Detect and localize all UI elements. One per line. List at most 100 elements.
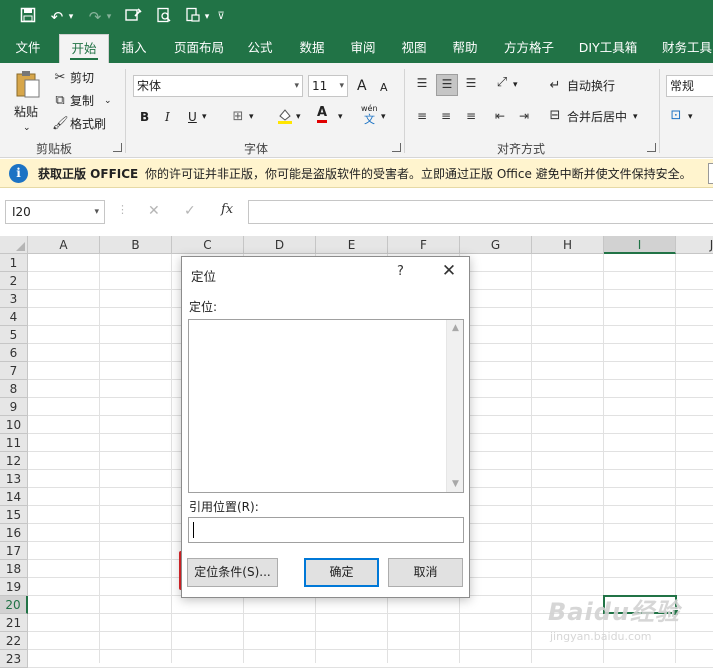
wrap-text-button[interactable]: 自动换行	[567, 77, 615, 95]
redo-dropdown-icon[interactable]: ▾	[104, 7, 114, 27]
tab-view[interactable]: 视图	[394, 34, 434, 63]
row-header-2[interactable]: 2	[0, 272, 28, 290]
column-header-h[interactable]: H	[532, 236, 604, 254]
info-bar-action-button[interactable]	[708, 163, 713, 184]
row-header-1[interactable]: 1	[0, 254, 28, 272]
tab-insert[interactable]: 插入	[112, 34, 156, 63]
column-header-c[interactable]: C	[172, 236, 244, 254]
column-header-j[interactable]: J	[676, 236, 713, 254]
tab-data[interactable]: 数据	[292, 34, 332, 63]
underline-dropdown-icon[interactable]: ▾	[202, 108, 207, 126]
row-header-23[interactable]: 23	[0, 650, 28, 668]
row-header-14[interactable]: 14	[0, 488, 28, 506]
orientation-icon[interactable]: ⤢	[492, 74, 512, 92]
row-header-20[interactable]: 20	[0, 596, 28, 614]
tab-finance-tools[interactable]: 财务工具	[656, 34, 713, 63]
number-format-select[interactable]: 常规	[666, 75, 713, 97]
print-preview-icon[interactable]	[154, 7, 174, 27]
goto-list-scrollbar[interactable]: ▲ ▼	[446, 320, 463, 492]
reference-input[interactable]	[188, 517, 464, 543]
cut-button[interactable]: 剪切	[70, 69, 94, 87]
cancel-entry-icon[interactable]: ✕	[148, 203, 160, 219]
column-header-f[interactable]: F	[388, 236, 460, 254]
scroll-up-icon[interactable]: ▲	[447, 320, 464, 336]
tab-diy-toolbox[interactable]: DIY工具箱	[572, 34, 644, 63]
tab-help[interactable]: 帮助	[445, 34, 485, 63]
select-all-corner[interactable]	[0, 236, 28, 254]
align-center-icon[interactable]: ≡	[436, 107, 456, 125]
row-header-5[interactable]: 5	[0, 326, 28, 344]
align-middle-icon[interactable]: ☰	[436, 74, 458, 96]
redo-icon[interactable]: ↷	[86, 7, 104, 27]
align-left-icon[interactable]: ≡	[412, 107, 432, 125]
tab-formulas[interactable]: 公式	[240, 34, 280, 63]
clipboard-launcher-icon[interactable]	[113, 143, 122, 152]
column-header-b[interactable]: B	[100, 236, 172, 254]
print-dropdown-icon[interactable]: ▾	[203, 7, 211, 27]
tab-page-layout[interactable]: 页面布局	[168, 34, 230, 63]
ok-button[interactable]: 确定	[304, 558, 379, 587]
merge-dropdown-icon[interactable]: ▾	[633, 108, 638, 126]
cancel-button[interactable]: 取消	[388, 558, 463, 587]
borders-dropdown-icon[interactable]: ▾	[249, 108, 254, 126]
font-name-select[interactable]: 宋体 ▾	[133, 75, 303, 97]
formula-input[interactable]	[248, 200, 713, 224]
borders-icon[interactable]: ⊞	[230, 108, 246, 126]
row-header-7[interactable]: 7	[0, 362, 28, 380]
row-header-4[interactable]: 4	[0, 308, 28, 326]
column-header-a[interactable]: A	[28, 236, 100, 254]
font-color-dropdown-icon[interactable]: ▾	[338, 108, 343, 126]
more-options-icon[interactable]: ⋮	[117, 203, 128, 216]
format-painter-button[interactable]: 格式刷	[70, 115, 106, 133]
tab-file[interactable]: 文件	[6, 34, 50, 63]
row-header-10[interactable]: 10	[0, 416, 28, 434]
italic-button[interactable]: I	[165, 108, 170, 126]
bold-button[interactable]: B	[140, 108, 149, 126]
undo-icon[interactable]: ↶	[48, 7, 66, 27]
tab-home[interactable]: 开始	[59, 34, 109, 63]
decrease-indent-icon[interactable]: ⇤	[490, 107, 510, 125]
row-header-22[interactable]: 22	[0, 632, 28, 650]
shrink-font-button[interactable]: A	[380, 79, 388, 97]
customize-icon[interactable]: ⊽	[214, 7, 228, 27]
confirm-entry-icon[interactable]: ✓	[184, 203, 196, 219]
row-header-6[interactable]: 6	[0, 344, 28, 362]
row-header-15[interactable]: 15	[0, 506, 28, 524]
fill-color-icon[interactable]	[276, 107, 294, 131]
increase-indent-icon[interactable]: ⇥	[514, 107, 534, 125]
row-header-13[interactable]: 13	[0, 470, 28, 488]
alignment-launcher-icon[interactable]	[647, 143, 656, 152]
font-launcher-icon[interactable]	[392, 143, 401, 152]
row-header-9[interactable]: 9	[0, 398, 28, 416]
phonetic-guide-button[interactable]: 文	[364, 114, 375, 126]
save-icon[interactable]	[18, 7, 38, 27]
phonetic-dropdown-icon[interactable]: ▾	[381, 108, 386, 126]
help-button[interactable]: ?	[397, 264, 404, 279]
goto-list[interactable]: ▲ ▼	[188, 319, 464, 493]
column-header-g[interactable]: G	[460, 236, 532, 254]
undo-dropdown-icon[interactable]: ▾	[66, 7, 76, 27]
column-header-e[interactable]: E	[316, 236, 388, 254]
name-box[interactable]: I20 ▾	[5, 200, 105, 224]
tab-fangfang[interactable]: 方方格子	[497, 34, 561, 63]
align-right-icon[interactable]: ≡	[461, 107, 481, 125]
merge-center-button[interactable]: 合并后居中	[567, 108, 627, 126]
paste-icon[interactable]	[14, 69, 42, 99]
row-header-3[interactable]: 3	[0, 290, 28, 308]
underline-button[interactable]: U	[188, 108, 197, 126]
close-icon[interactable]: ✕	[437, 261, 461, 281]
print-icon[interactable]	[182, 7, 202, 27]
touch-mode-icon[interactable]	[124, 7, 144, 27]
scroll-down-icon[interactable]: ▼	[447, 476, 464, 492]
column-header-i[interactable]: I	[604, 236, 676, 254]
row-header-12[interactable]: 12	[0, 452, 28, 470]
accounting-format-icon[interactable]: ⊡	[666, 107, 686, 125]
font-color-button[interactable]: A	[317, 106, 328, 123]
insert-function-button[interactable]: fx	[221, 202, 233, 217]
align-top-icon[interactable]: ☰	[412, 74, 432, 92]
accounting-dropdown-icon[interactable]: ▾	[688, 108, 693, 126]
row-header-18[interactable]: 18	[0, 560, 28, 578]
row-header-16[interactable]: 16	[0, 524, 28, 542]
align-bottom-icon[interactable]: ☰	[461, 74, 481, 92]
row-header-21[interactable]: 21	[0, 614, 28, 632]
